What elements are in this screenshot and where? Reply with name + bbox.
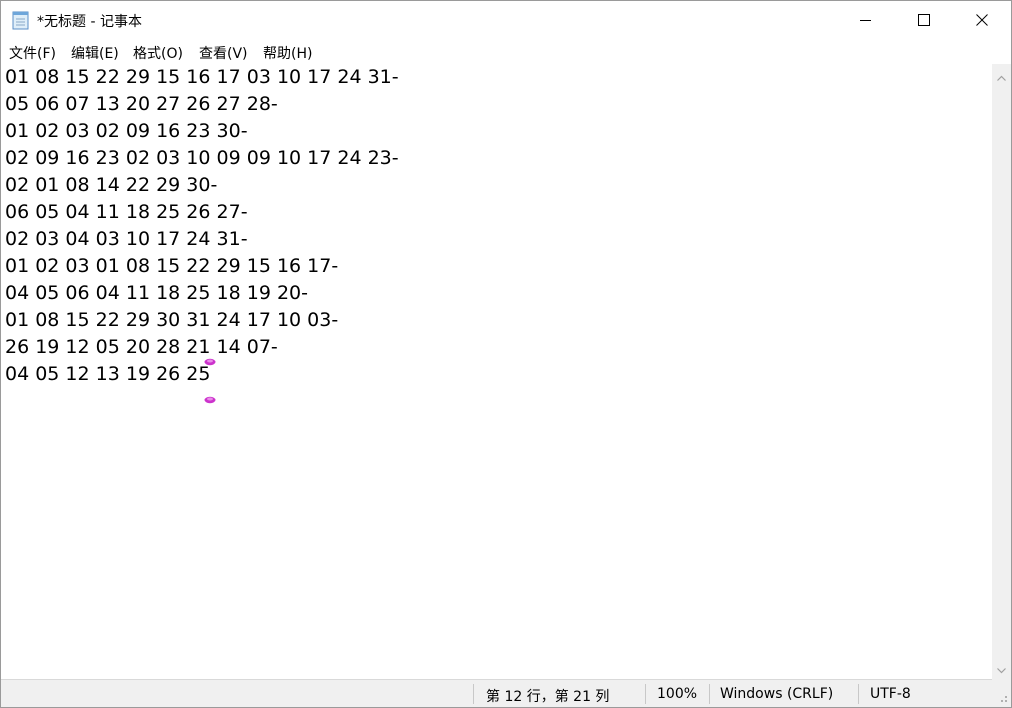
text-line[interactable]: 01 02 03 02 09 16 23 30-	[5, 118, 248, 145]
close-icon	[976, 14, 988, 26]
encoding: UTF-8	[870, 686, 911, 702]
menu-file[interactable]: 文件(F)	[9, 43, 56, 63]
text-line[interactable]: 04 05 06 04 11 18 25 18 19 20-	[5, 280, 308, 307]
scroll-up-arrow-icon[interactable]	[996, 69, 1007, 81]
text-line[interactable]: 05 06 07 13 20 27 26 27 28-	[5, 91, 278, 118]
status-separator	[473, 684, 474, 704]
text-line[interactable]: 01 08 15 22 29 15 16 17 03 10 17 24 31-	[5, 64, 399, 91]
line-ending: Windows (CRLF)	[720, 686, 834, 702]
text-line[interactable]: 26 19 12 05 20 28 21 14 07-	[5, 334, 278, 361]
text-line[interactable]: 02 03 04 03 10 17 24 31-	[5, 226, 248, 253]
vertical-scrollbar[interactable]	[992, 64, 1011, 679]
close-button[interactable]	[953, 1, 1011, 39]
text-line[interactable]: 01 08 15 22 29 30 31 24 17 10 03-	[5, 307, 338, 334]
status-bar: 第 12 行，第 21 列 100% Windows (CRLF) UTF-8	[1, 679, 992, 707]
status-separator	[709, 684, 710, 704]
scroll-down-arrow-icon[interactable]	[996, 661, 1007, 674]
notepad-icon	[12, 10, 30, 30]
text-line[interactable]: 02 09 16 23 02 03 10 09 09 10 17 24 23-	[5, 145, 399, 172]
minimize-button[interactable]	[837, 1, 895, 39]
zoom-level: 100%	[657, 686, 698, 702]
cursor-position: 第 12 行，第 21 列	[486, 689, 610, 705]
minimize-icon	[860, 20, 871, 21]
text-editor[interactable]: 01 08 15 22 29 15 16 17 03 10 17 24 31- …	[1, 64, 992, 679]
ime-cursor-marker	[204, 389, 216, 404]
maximize-icon	[918, 14, 930, 26]
status-separator	[858, 684, 859, 704]
resize-grip-icon	[1001, 696, 1007, 702]
text-line[interactable]: 04 05 12 13 19 26 25	[5, 361, 210, 388]
menu-view[interactable]: 查看(V)	[199, 43, 248, 63]
notepad-window: *无标题 - 记事本 文件(F) 编辑(E) 格式(O) 查看(V) 帮助(H)…	[0, 0, 1012, 708]
maximize-button[interactable]	[895, 1, 953, 39]
text-line[interactable]: 01 02 03 01 08 15 22 29 15 16 17-	[5, 253, 338, 280]
ime-cursor-marker	[204, 351, 216, 366]
text-line[interactable]: 06 05 04 11 18 25 26 27-	[5, 199, 248, 226]
menu-bar: 文件(F) 编辑(E) 格式(O) 查看(V) 帮助(H)	[1, 39, 1011, 63]
menu-help[interactable]: 帮助(H)	[263, 43, 312, 63]
window-title: *无标题 - 记事本	[37, 14, 142, 30]
title-bar[interactable]: *无标题 - 记事本	[1, 1, 1011, 39]
menu-edit[interactable]: 编辑(E)	[71, 43, 119, 63]
text-line[interactable]: 02 01 08 14 22 29 30-	[5, 172, 217, 199]
resize-grip[interactable]	[992, 679, 1011, 707]
menu-format[interactable]: 格式(O)	[133, 43, 183, 63]
status-separator	[645, 684, 646, 704]
